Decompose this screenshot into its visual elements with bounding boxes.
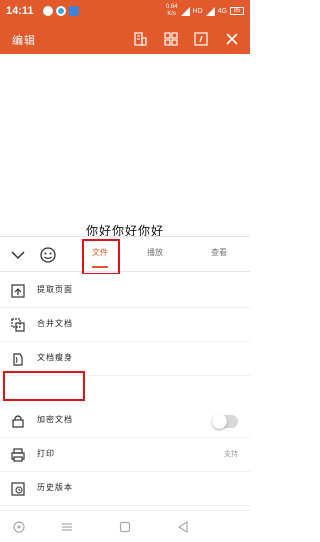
menu-label: 文档瘦身 [37, 353, 73, 362]
signal-label: 4G [217, 7, 227, 15]
toggle-knob [212, 414, 227, 429]
tab-view[interactable]: 查看 [204, 237, 234, 273]
merge-document-icon [11, 318, 25, 332]
status-bar: 14:11 0.64 K/s HD 4G 85 [0, 0, 250, 24]
window-icon[interactable] [193, 31, 209, 47]
menu-item-history[interactable]: 历史版本 [0, 472, 250, 506]
lock-icon [12, 415, 24, 428]
history-icon [11, 482, 25, 496]
notification-cube-icon [69, 6, 79, 16]
battery-icon: 85 [230, 7, 244, 15]
notification-drop-icon [56, 6, 66, 16]
close-icon[interactable] [224, 31, 240, 47]
highlight-box-slim-document [3, 371, 85, 401]
network-speed: 0.64 K/s [165, 4, 178, 17]
tab-bar: 文件 播放 查看 [0, 236, 250, 272]
notification-app-icon [43, 6, 53, 16]
menu-label: 打印 [37, 449, 55, 458]
print-extra-label: 支持 [224, 450, 238, 458]
back-icon[interactable] [176, 520, 190, 534]
chevron-down-icon[interactable] [10, 247, 26, 263]
menu-label: 加密文档 [37, 415, 73, 424]
edit-button[interactable]: 编辑 [12, 32, 36, 48]
emoji-icon[interactable] [39, 246, 57, 264]
top-toolbar: 编辑 [0, 24, 250, 54]
printer-icon [11, 448, 25, 462]
building-icon[interactable] [132, 31, 148, 47]
menu-label: 提取页面 [37, 285, 73, 294]
slim-document-icon [13, 353, 23, 366]
document-canvas[interactable]: 你好你好你好 [0, 54, 250, 238]
menu-icon[interactable] [60, 520, 74, 534]
grid-icon[interactable] [163, 31, 179, 47]
signal-icon [180, 6, 190, 16]
extract-page-icon [11, 284, 25, 298]
highlight-box-file-tab [82, 239, 120, 275]
menu-item-extract-page[interactable]: 提取页面 [0, 274, 250, 308]
menu-item-encrypt-document[interactable]: 加密文档 [0, 404, 250, 438]
home-icon[interactable] [118, 520, 132, 534]
network-type: HD [192, 7, 203, 15]
menu-item-print[interactable]: 打印 支持 [0, 438, 250, 472]
status-indicators: 0.64 K/s HD 4G 85 [166, 4, 244, 18]
tab-play[interactable]: 播放 [140, 237, 170, 273]
system-navigation-bar [0, 510, 250, 542]
signal-icon-2 [205, 6, 215, 16]
status-notification-icons [43, 6, 79, 16]
assistant-icon[interactable] [12, 520, 26, 534]
encrypt-toggle[interactable] [212, 414, 238, 429]
menu-item-merge-document[interactable]: 合并文档 [0, 308, 250, 342]
status-time: 14:11 [6, 5, 34, 17]
menu-label: 历史版本 [37, 483, 73, 492]
menu-label: 合并文档 [37, 319, 73, 328]
